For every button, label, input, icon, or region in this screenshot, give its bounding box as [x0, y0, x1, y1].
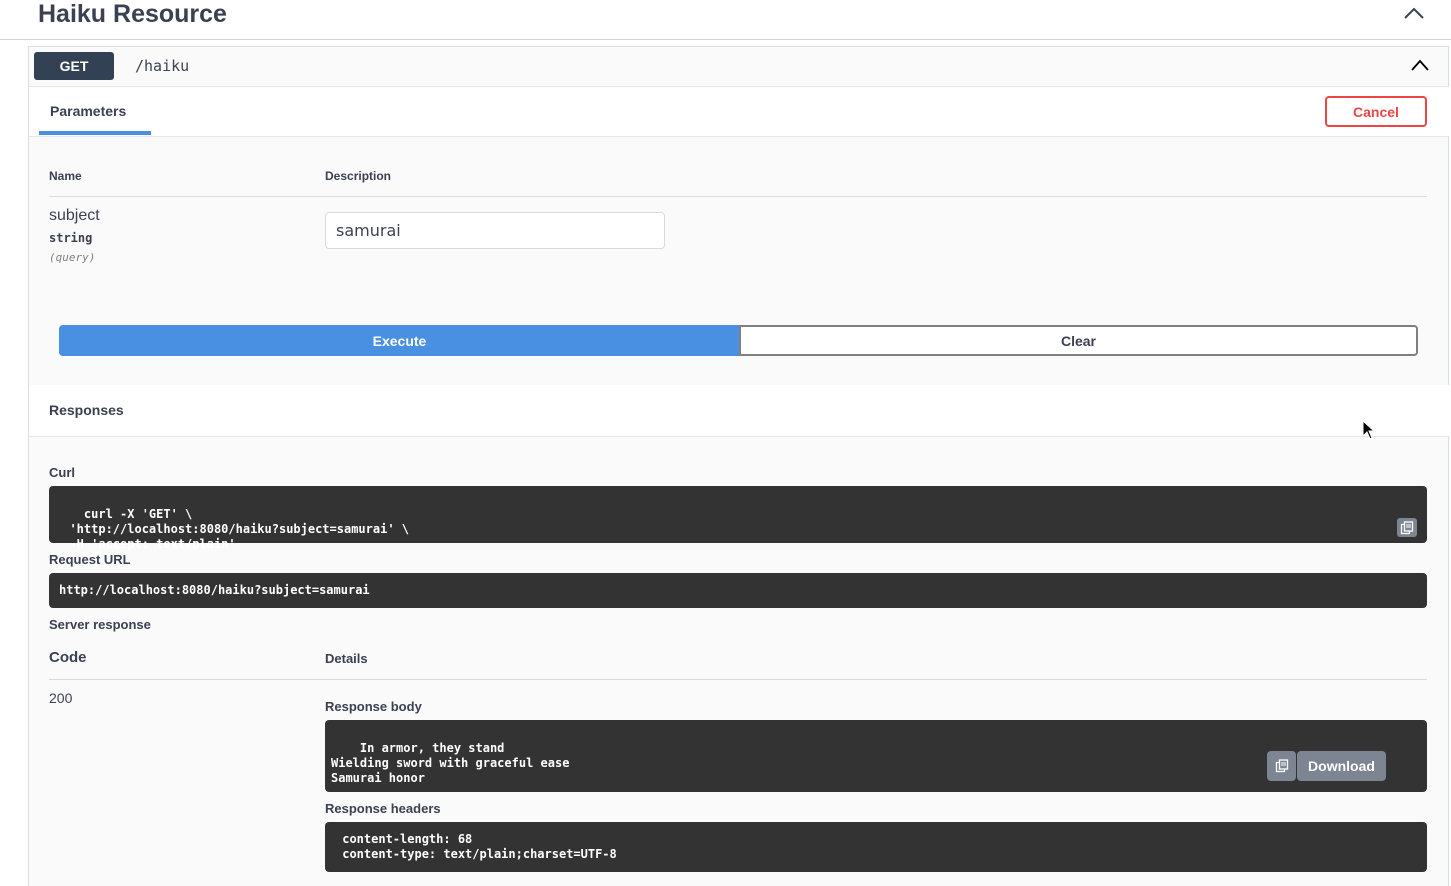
- chevron-up-icon[interactable]: [1410, 58, 1430, 72]
- response-status-code: 200: [49, 690, 73, 706]
- response-headers-label: Response headers: [325, 801, 441, 816]
- param-type: string: [49, 231, 93, 245]
- parameters-header: Parameters Cancel: [29, 87, 1449, 137]
- request-url: http://localhost:8080/haiku?subject=samu…: [49, 573, 1427, 608]
- responses-header: Responses: [29, 385, 1449, 437]
- cancel-button[interactable]: Cancel: [1325, 96, 1427, 127]
- response-body-block: In armor, they stand Wielding sword with…: [325, 720, 1427, 792]
- curl-label: Curl: [49, 465, 75, 480]
- download-button[interactable]: Download: [1297, 751, 1386, 781]
- curl-command: curl -X 'GET' \ 'http://localhost:8080/h…: [69, 507, 410, 551]
- subject-input[interactable]: samurai: [325, 212, 665, 249]
- method-badge: GET: [34, 52, 114, 80]
- tag-header[interactable]: Haiku Resource: [0, 0, 1451, 40]
- description-column-header: Description: [325, 169, 392, 183]
- server-response-label: Server response: [49, 617, 151, 632]
- name-column-header: Name: [49, 169, 82, 183]
- execute-button[interactable]: Execute: [59, 325, 740, 356]
- operation-summary[interactable]: GET /haiku: [29, 47, 1449, 87]
- param-name: subject: [49, 207, 100, 224]
- chevron-up-icon[interactable]: [1403, 6, 1425, 20]
- response-body-label: Response body: [325, 699, 422, 714]
- copy-icon[interactable]: [1267, 751, 1296, 781]
- mouse-cursor-icon: [1362, 420, 1376, 440]
- response-headers: content-length: 68 content-type: text/pl…: [325, 822, 1427, 872]
- clear-button[interactable]: Clear: [739, 325, 1418, 356]
- details-column-header: Details: [325, 651, 368, 666]
- param-location: (query): [49, 251, 96, 264]
- operation-path: /haiku: [135, 57, 190, 75]
- divider: [49, 679, 1427, 680]
- copy-icon[interactable]: [1397, 518, 1417, 537]
- operation-block: GET /haiku Parameters Cancel Name Descri…: [28, 46, 1449, 886]
- tag-title: Haiku Resource: [38, 0, 227, 28]
- response-body: In armor, they stand Wielding sword with…: [331, 741, 570, 785]
- tab-parameters[interactable]: Parameters: [39, 87, 151, 135]
- responses-title: Responses: [49, 402, 124, 418]
- request-url-label: Request URL: [49, 552, 131, 567]
- divider: [49, 196, 1427, 197]
- code-column-header: Code: [49, 649, 87, 666]
- curl-code-block[interactable]: curl -X 'GET' \ 'http://localhost:8080/h…: [49, 486, 1427, 551]
